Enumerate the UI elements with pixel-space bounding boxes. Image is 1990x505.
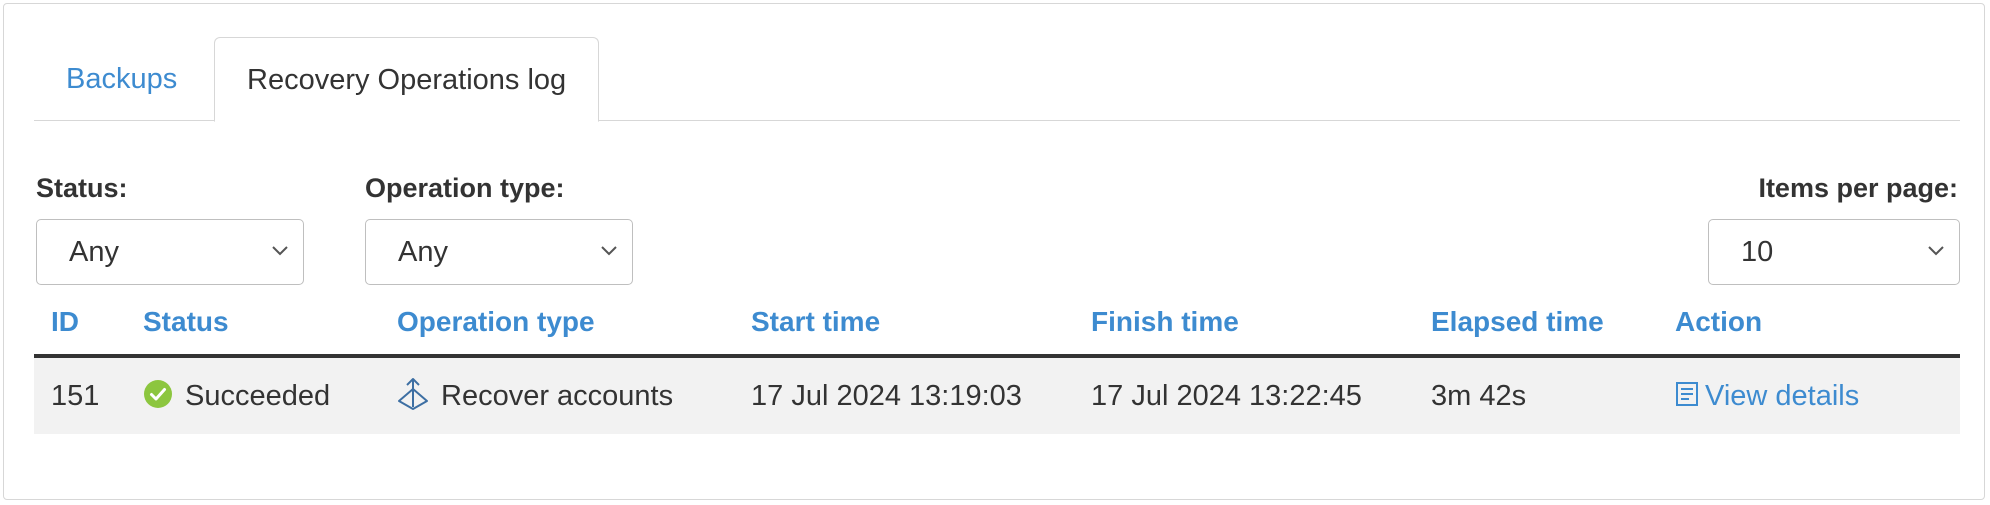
chevron-down-icon	[272, 246, 288, 256]
recovery-panel: Backups Recovery Operations log Status: …	[3, 3, 1985, 500]
column-header-action: Action	[1675, 306, 1763, 337]
items-per-page-label: Items per page:	[1758, 173, 1958, 203]
operation-type-filter-label: Operation type:	[365, 173, 565, 203]
row-operation-type-text: Recover accounts	[441, 380, 674, 412]
row-status: Succeeded	[143, 358, 330, 434]
row-operation-type: Recover accounts	[397, 358, 673, 434]
column-header-status[interactable]: Status	[143, 306, 229, 338]
tab-backups[interactable]: Backups	[34, 37, 209, 121]
status-filter-label: Status:	[36, 173, 128, 203]
tab-bar: Backups Recovery Operations log	[34, 37, 1960, 122]
row-status-text: Succeeded	[185, 380, 331, 412]
view-details-link[interactable]: View details	[1675, 358, 1859, 434]
column-header-start-time[interactable]: Start time	[751, 306, 880, 338]
column-header-finish-time[interactable]: Finish time	[1091, 306, 1239, 338]
status-filter-value: Any	[69, 236, 119, 268]
row-finish-time: 17 Jul 2024 13:22:45	[1091, 380, 1362, 412]
column-header-elapsed-time[interactable]: Elapsed time	[1431, 306, 1604, 338]
table-row: 151 Succeeded Recover accounts 17 Jul 20…	[34, 358, 1960, 434]
view-details-text: View details	[1705, 380, 1860, 412]
items-per-page-value: 10	[1741, 236, 1774, 268]
column-header-operation-type[interactable]: Operation type	[397, 306, 595, 338]
operation-type-filter-select[interactable]: Any	[365, 219, 633, 285]
items-per-page-select[interactable]: 10	[1708, 219, 1960, 285]
chevron-down-icon	[601, 246, 617, 256]
details-icon	[1676, 382, 1698, 407]
recover-icon	[398, 378, 428, 411]
check-circle-icon	[144, 380, 172, 409]
status-filter-select[interactable]: Any	[36, 219, 304, 285]
column-header-id[interactable]: ID	[51, 306, 79, 338]
table-header: ID Status Operation type Start time Fini…	[34, 294, 1960, 358]
chevron-down-icon	[1928, 246, 1944, 256]
operation-type-filter-value: Any	[398, 236, 448, 268]
row-elapsed-time: 3m 42s	[1431, 380, 1527, 412]
row-start-time: 17 Jul 2024 13:19:03	[751, 380, 1022, 412]
row-id: 151	[51, 380, 100, 412]
tab-recovery-operations-log[interactable]: Recovery Operations log	[214, 37, 600, 122]
